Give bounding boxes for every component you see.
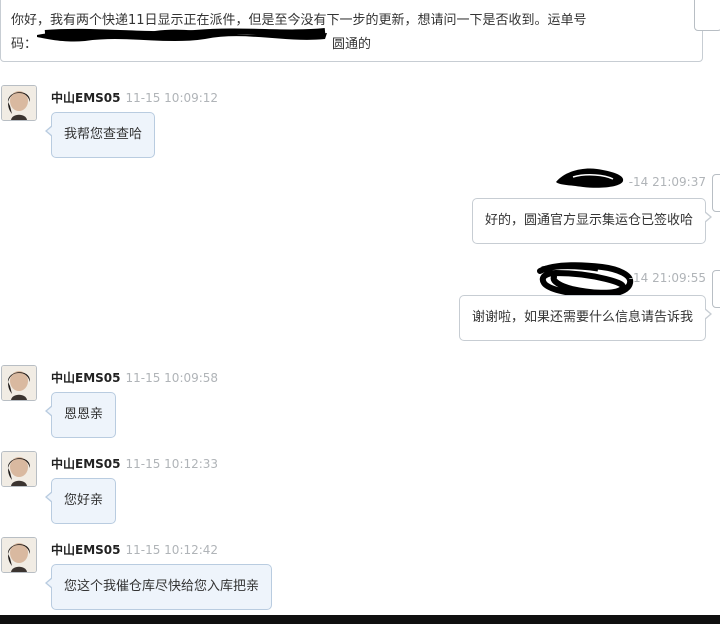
agent-avatar-photo — [2, 86, 36, 120]
message-text-suffix: 圆通的 — [332, 37, 372, 52]
message-timestamp: 11-15 10:09:58 — [125, 371, 219, 385]
chat-transcript: 你好，我有两个快递11日显示正在派件，但是至今没有下一步的更新，想请问一下是否收… — [0, 0, 720, 615]
sender-line: 中山EMS05 11-15 10:09:12 — [51, 89, 218, 106]
message-text: 恩恩亲 — [64, 407, 104, 422]
message-text: 您好亲 — [64, 493, 104, 508]
sender-name: 中山EMS05 — [51, 371, 121, 385]
agent-avatar[interactable] — [1, 451, 37, 487]
agent-avatar-photo — [2, 366, 36, 400]
user-avatar — [694, 0, 720, 31]
outgoing-message-bubble: 好的，圆通官方显示集运仓已签收哈 — [471, 198, 713, 244]
message-timestamp: -14 21:09:55 — [628, 271, 706, 285]
user-avatar — [712, 174, 720, 212]
message-timestamp: 11-15 10:12:42 — [125, 543, 219, 557]
incoming-message-bubble: 您这个我催仓库尽快给您入库把亲 — [44, 564, 273, 610]
agent-avatar[interactable] — [1, 85, 37, 121]
sender-name: 中山EMS05 — [51, 457, 121, 471]
redaction-scribble — [556, 168, 624, 188]
sender-line: 中山EMS05 11-15 10:09:58 — [51, 369, 218, 386]
message-text: 我帮您查查哈 — [64, 127, 143, 142]
message-text: 谢谢啦，如果还需要什么信息请告诉我 — [471, 310, 693, 325]
agent-avatar[interactable] — [1, 365, 37, 401]
user-avatar — [712, 270, 720, 308]
message-text: 好的，圆通官方显示集运仓已签收哈 — [484, 213, 693, 228]
sender-name: 中山EMS05 — [51, 543, 121, 557]
incoming-message-bubble: 恩恩亲 — [44, 392, 117, 438]
message-text-prefix: 码： — [11, 37, 38, 52]
message-timestamp: 11-15 10:09:12 — [125, 91, 219, 105]
sender-line: 中山EMS05 11-15 10:12:42 — [51, 541, 218, 558]
incoming-message-bubble: 我帮您查查哈 — [44, 112, 156, 158]
message-text-line2: 码： 圆通的 — [11, 33, 371, 52]
sender-line: 中山EMS05 11-15 10:12:33 — [51, 455, 218, 472]
message-text: 您这个我催仓库尽快给您入库把亲 — [64, 579, 260, 594]
message-timestamp: 11-15 10:12:33 — [125, 457, 219, 471]
message-timestamp: -14 21:09:37 — [628, 175, 706, 189]
incoming-message-bubble: 您好亲 — [44, 478, 117, 524]
agent-avatar[interactable] — [1, 537, 37, 573]
outgoing-message-bubble: 你好，我有两个快递11日显示正在派件，但是至今没有下一步的更新，想请问一下是否收… — [0, 0, 720, 62]
bottom-border-bar — [0, 615, 720, 624]
agent-avatar-photo — [2, 452, 36, 486]
redaction-scribble — [37, 28, 327, 42]
sender-name: 中山EMS05 — [51, 91, 121, 105]
agent-avatar-photo — [2, 538, 36, 572]
outgoing-message-bubble: 谢谢啦，如果还需要什么信息请告诉我 — [458, 295, 713, 341]
